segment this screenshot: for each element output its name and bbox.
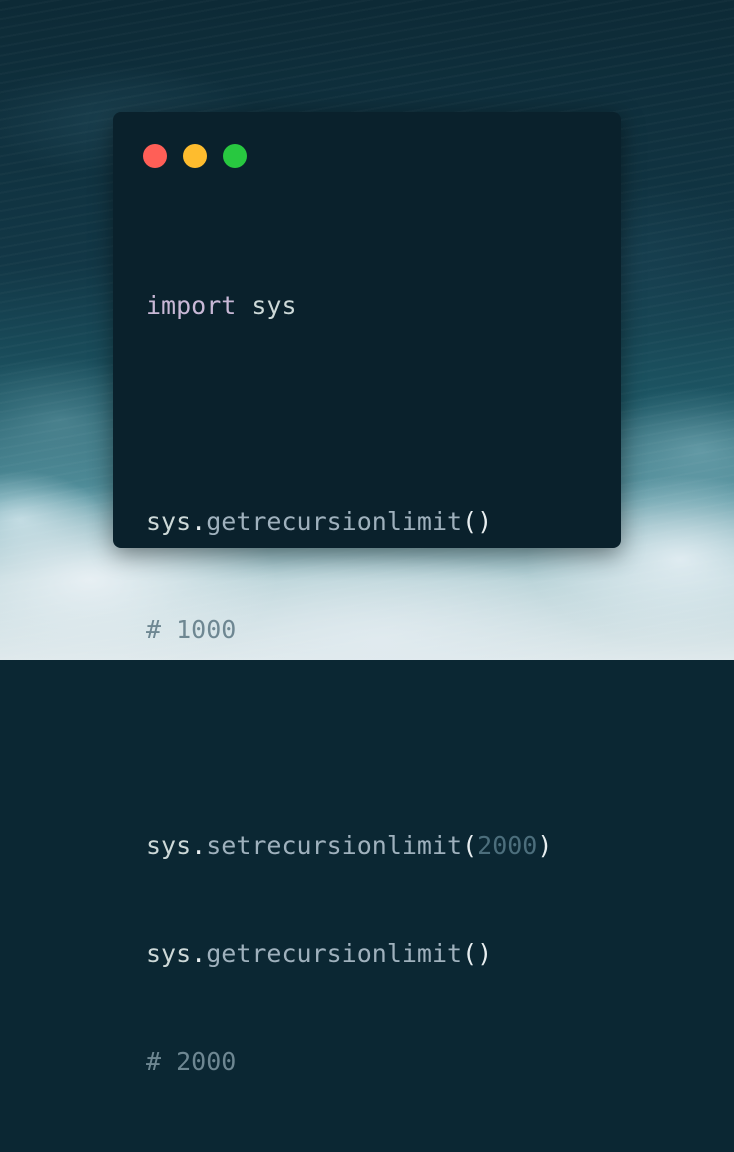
maximize-dot-icon: [223, 144, 247, 168]
function-name: setrecursionlimit: [206, 831, 463, 860]
keyword-import: import: [146, 291, 237, 320]
code-block: import sys sys.getrecursionlimit() # 100…: [146, 216, 552, 1152]
module-name: sys: [251, 291, 297, 320]
code-line-3: sys.getrecursionlimit(): [146, 507, 493, 536]
window-controls: [143, 144, 247, 168]
code-line-4: # 1000: [146, 612, 552, 648]
close-dot-icon: [143, 144, 167, 168]
object-name: sys: [146, 507, 192, 536]
code-comment: # 2000: [146, 1047, 237, 1076]
code-line-6: sys.setrecursionlimit(2000): [146, 831, 553, 860]
code-line-8: # 2000: [146, 1044, 552, 1080]
number-argument: 2000: [477, 831, 538, 860]
function-name: getrecursionlimit: [206, 939, 463, 968]
object-name: sys: [146, 831, 192, 860]
function-name: getrecursionlimit: [206, 507, 463, 536]
code-line-1: import sys: [146, 288, 552, 324]
object-name: sys: [146, 939, 192, 968]
code-comment: # 1000: [146, 615, 237, 644]
minimize-dot-icon: [183, 144, 207, 168]
code-window: import sys sys.getrecursionlimit() # 100…: [113, 112, 621, 1076]
code-line-7: sys.getrecursionlimit(): [146, 939, 493, 968]
